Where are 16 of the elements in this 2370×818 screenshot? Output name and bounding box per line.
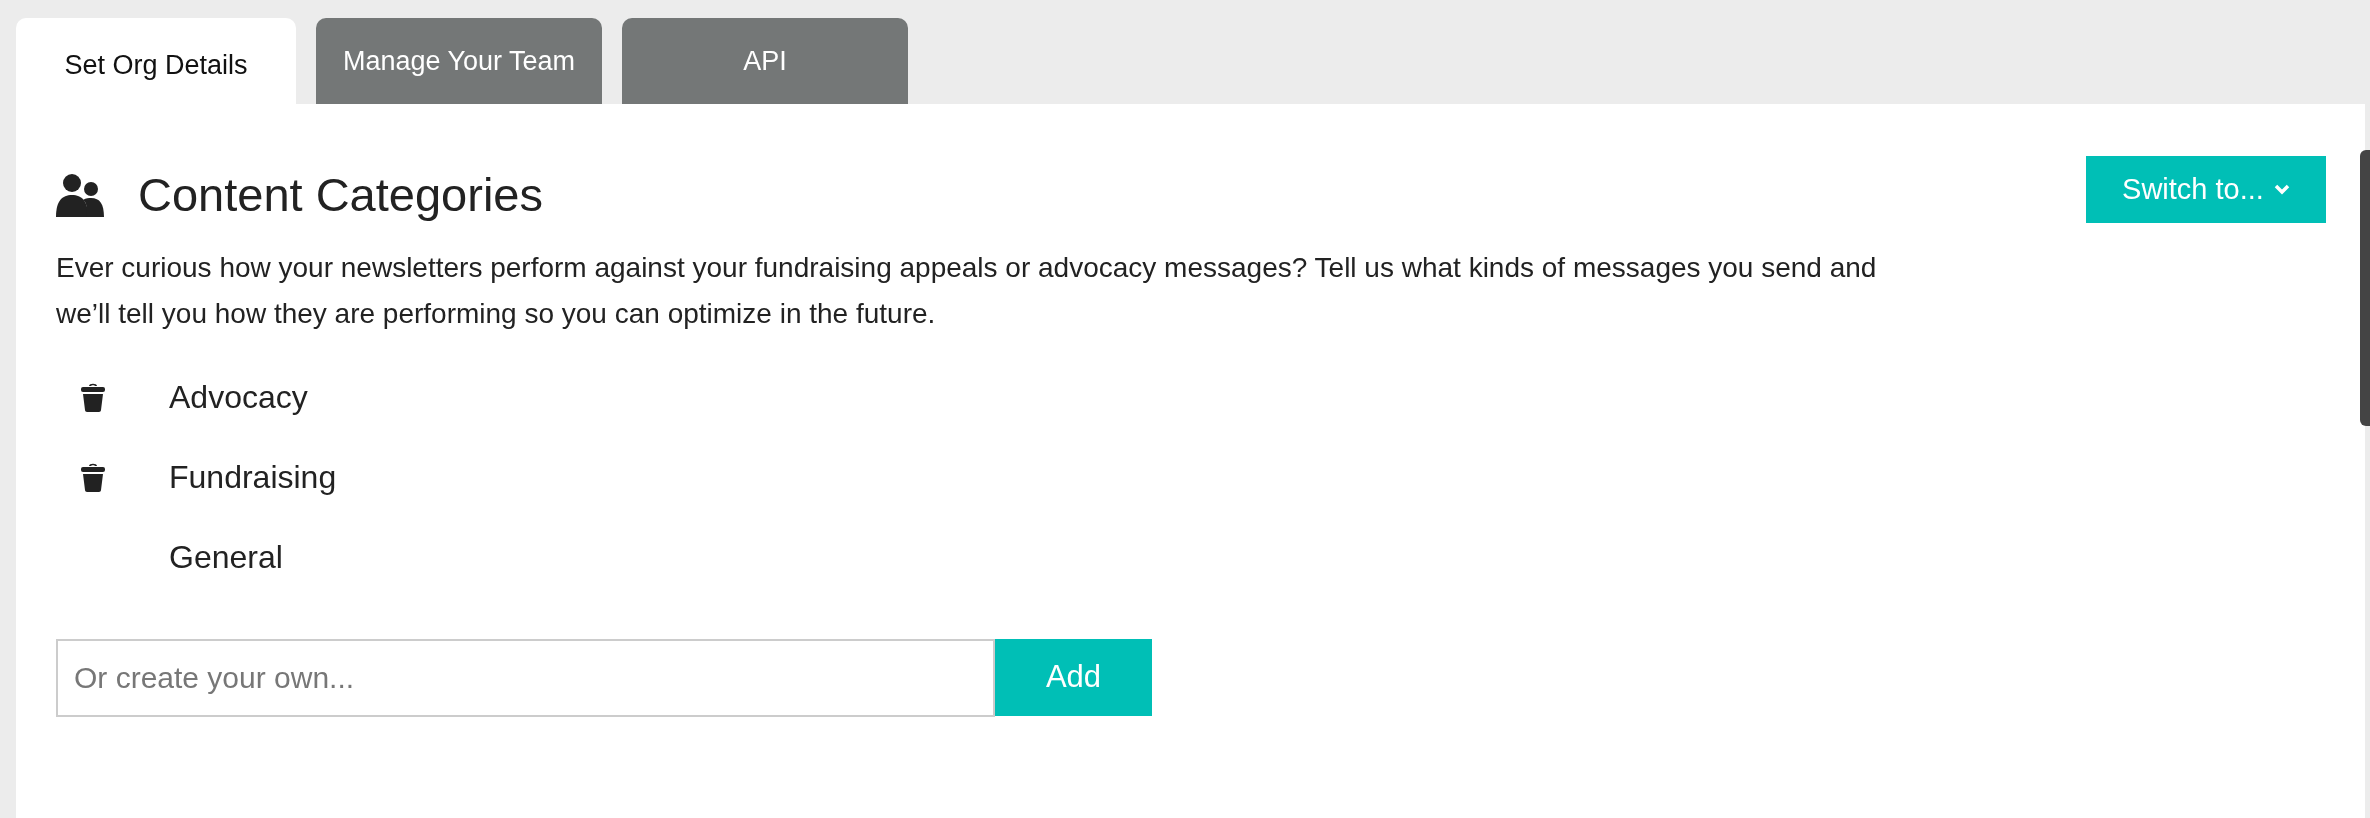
tab[interactable]: Set Org Details: [16, 18, 296, 104]
tab[interactable]: API: [622, 18, 908, 104]
category-name: Advocacy: [169, 377, 308, 417]
trash-icon[interactable]: [80, 461, 106, 492]
category-name: Fundraising: [169, 457, 337, 497]
category-name: General: [169, 537, 283, 577]
switch-to-button[interactable]: Switch to...: [2086, 156, 2326, 223]
description: Ever curious how your newsletters perform against your fundraising appeals or advocacy messages? Tell us what kinds of messages you send and we’ll tell you how they are performing so you can optimize in the future.: [56, 250, 1878, 331]
trash-icon[interactable]: [80, 381, 106, 412]
category-input[interactable]: Or create your own...: [56, 638, 995, 717]
scrollbar[interactable]: [2360, 150, 2370, 426]
section-title: Content Categories: [138, 167, 543, 223]
users-icon: [56, 173, 104, 218]
chevron-down-icon: [2273, 183, 2290, 196]
add-button[interactable]: Add: [995, 638, 1152, 716]
tab[interactable]: Manage Your Team: [316, 18, 602, 104]
